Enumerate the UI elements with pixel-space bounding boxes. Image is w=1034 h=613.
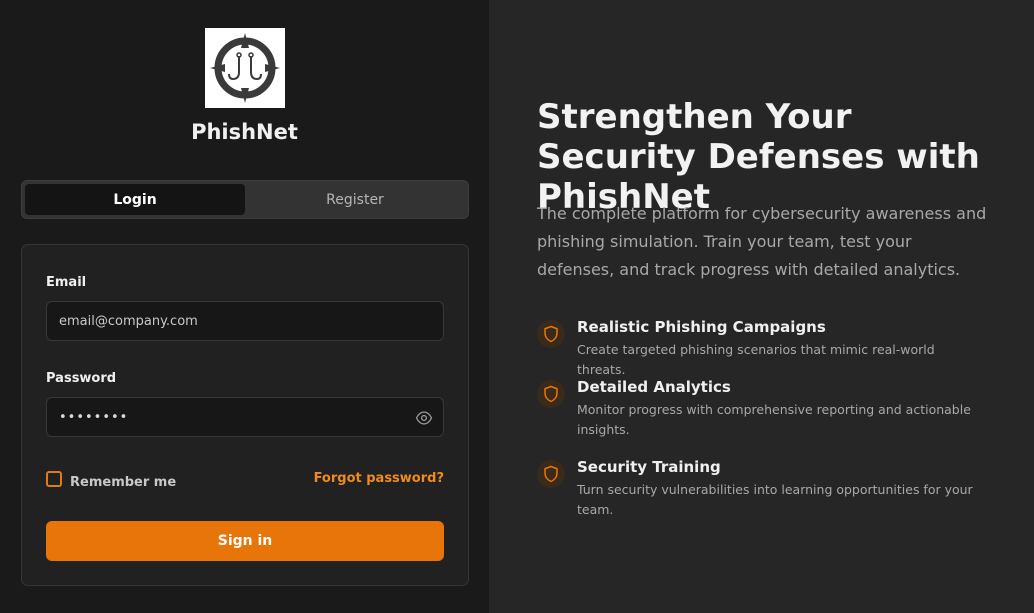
shield-icon [537,460,565,488]
auth-tabs: Login Register [21,180,469,219]
email-field-wrapper [46,301,444,341]
shield-icon [537,320,565,348]
password-field[interactable] [47,398,443,436]
login-panel: PhishNet Login Register Email Password R… [0,0,489,613]
remember-checkbox[interactable] [46,471,62,487]
email-field[interactable] [47,302,443,340]
remember-me[interactable]: Remember me [46,471,177,490]
feature-title: Security Training [577,458,721,476]
brand-logo [205,28,285,108]
password-label: Password [46,371,117,386]
eye-icon[interactable] [415,409,433,427]
shield-icon [537,380,565,408]
feature-title: Realistic Phishing Campaigns [577,318,826,336]
login-form-card: Email Password Remember me Forgot passwo… [21,244,469,586]
sign-in-button[interactable]: Sign in [46,521,444,561]
tab-register[interactable]: Register [245,184,465,215]
email-label: Email [46,275,87,290]
forgot-password-link[interactable]: Forgot password? [314,471,444,486]
compass-fishhook-logo-icon [210,33,280,103]
feature-description: Create targeted phishing scenarios that … [577,342,935,377]
hero-subtext: The complete platform for cybersecurity … [537,204,987,279]
tab-login[interactable]: Login [25,184,245,215]
feature-title: Detailed Analytics [577,378,731,396]
hero-headline: Strengthen Your Security Defenses with P… [537,97,980,217]
feature-description: Turn security vulnerabilities into learn… [577,482,973,517]
brand-name: PhishNet [191,120,298,144]
feature-description: Monitor progress with comprehensive repo… [577,402,971,437]
password-field-wrapper [46,397,444,437]
hero-panel: Strengthen Your Security Defenses with P… [489,0,1034,613]
remember-label: Remember me [70,474,177,490]
